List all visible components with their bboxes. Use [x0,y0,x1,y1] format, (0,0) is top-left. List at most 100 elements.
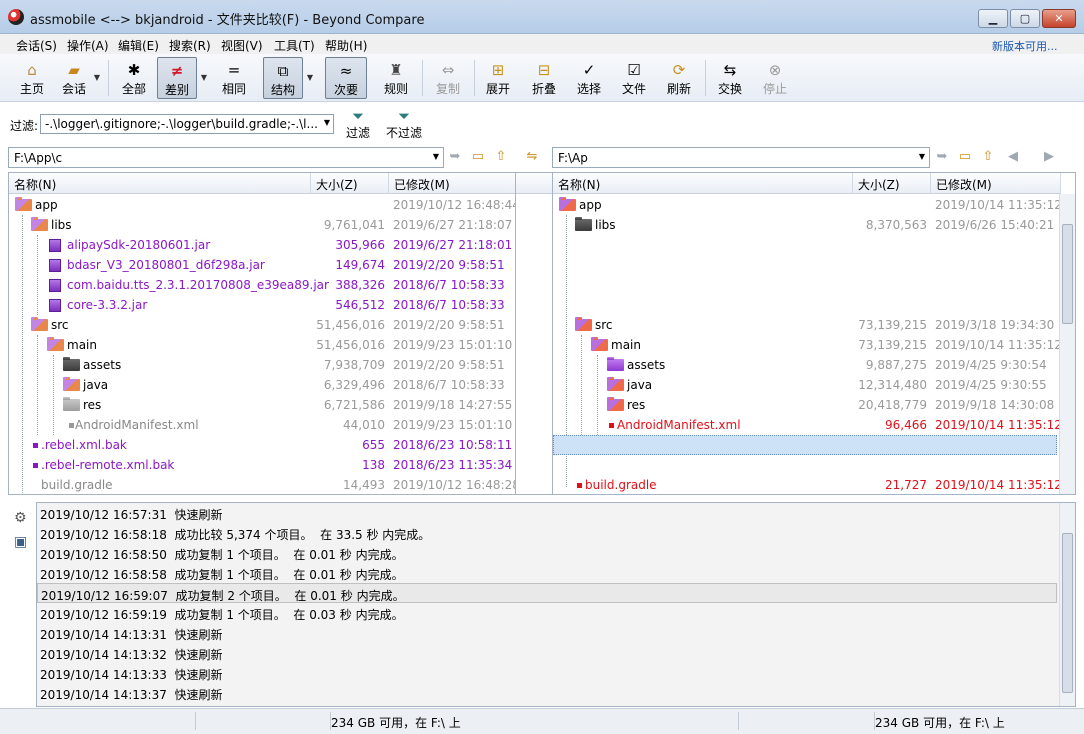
refresh-button[interactable]: ⟳ 刷新 [663,57,695,99]
list-item[interactable]: build.gradle 14,493 2019/10/12 16:48:28 [9,475,515,494]
list-item[interactable]: bdasr_V3_20180801_d6f298a.jar 149,674 20… [9,255,515,275]
list-item[interactable]: src 73,139,215 2019/3/18 19:34:30 [553,315,1059,335]
folder-up-icon[interactable]: ⇧ [979,148,997,166]
list-item[interactable]: com.baidu.tts_2.3.1.20170808_e39ea89.jar… [9,275,515,295]
left-col-modified[interactable]: 已修改(M) [389,173,515,194]
log-scrollbar[interactable] [1059,503,1075,706]
menu-help[interactable]: 帮助(H) [325,37,367,54]
show-all-button[interactable]: ✱ 全部 [118,57,150,99]
swap-button[interactable]: ⇆ 交换 [714,57,746,99]
folder-icon [15,197,32,211]
clear-filter-button[interactable]: ⏷ 不过滤 [384,108,424,141]
right-path-input[interactable]: F:\Ap ▼ [552,147,930,168]
menu-tools[interactable]: 工具(T) [274,37,315,54]
select-button[interactable]: ✓ 选择 [573,57,605,99]
left-pane[interactable]: 名称(N) 大小(Z) 已修改(M) app 2019/10/12 16:48:… [8,172,516,495]
folder-open-icon[interactable]: ▭ [956,148,974,166]
list-item[interactable]: app 2019/10/14 11:35:12 [553,195,1062,215]
list-item[interactable]: java 12,314,480 2019/4/25 9:30:55 [553,375,1059,395]
folder-icon [575,317,592,331]
list-item[interactable]: libs 8,370,563 2019/6/26 15:40:21 [553,215,1059,235]
session-dropdown[interactable]: ▼ [91,57,103,99]
list-item[interactable]: main 73,139,215 2019/10/14 11:35:12 [553,335,1062,355]
right-col-name[interactable]: 名称(N) [553,173,853,194]
list-item[interactable]: app 2019/10/12 16:48:44 [9,195,515,215]
menu-search[interactable]: 搜索(R) [169,37,211,54]
list-item[interactable]: .rebel.xml.bak 655 2018/6/23 10:58:11 [9,435,515,455]
right-col-modified[interactable]: 已修改(M) [931,173,1061,194]
structure-icon: ⧉ [277,62,289,80]
forward-icon[interactable]: ▶ [1040,148,1058,166]
menu-view[interactable]: 视图(V) [221,37,263,54]
maximize-button[interactable]: ▢ [1010,9,1040,28]
selected-empty-row[interactable] [553,435,1057,455]
right-col-size[interactable]: 大小(Z) [853,173,931,194]
collapse-button[interactable]: ⊟ 折叠 [528,57,560,99]
left-col-name[interactable]: 名称(N) [9,173,311,194]
files-button[interactable]: ☑ 文件 [618,57,650,99]
log-row: 2019/10/14 14:13:31 快速刷新 [40,628,223,642]
log-pane[interactable]: 2019/10/12 16:57:31 快速刷新 2019/10/12 16:5… [36,502,1076,707]
left-path-value: F:\App\c [14,151,63,165]
list-item[interactable]: res 20,418,779 2019/9/18 14:30:08 [553,395,1059,415]
chevron-down-icon[interactable]: ▼ [324,118,330,127]
session-button[interactable]: ▰ 会话 [58,57,90,99]
list-item[interactable]: .rebel-remote.xml.bak 138 2018/6/23 11:3… [9,455,515,475]
back-icon[interactable]: ◀ [1004,148,1022,166]
home-button[interactable]: ⌂ 主页 [16,57,48,99]
folder-open-icon[interactable]: ▭ [469,148,487,166]
list-item[interactable]: alipaySdk-20180601.jar 305,966 2019/6/27… [9,235,515,255]
menu-action[interactable]: 操作(A) [67,37,109,54]
structure-button[interactable]: ⧉ 结构 [263,57,303,99]
scroll-thumb[interactable] [1062,224,1073,324]
chevron-down-icon[interactable]: ▼ [919,152,925,161]
menu-edit[interactable]: 编辑(E) [118,37,159,54]
minor-button[interactable]: ≈ 次要 [325,57,367,99]
right-scrollbar[interactable] [1059,194,1075,494]
list-item[interactable]: assets 7,938,709 2019/2/20 9:58:51 [9,355,515,375]
folder-up-icon[interactable]: ⇧ [492,148,510,166]
list-item[interactable]: libs 9,761,041 2019/6/27 21:18:07 [9,215,515,235]
stop-button[interactable]: ⊗ 停止 [759,57,791,99]
show-same-button[interactable]: = 相同 [218,57,250,99]
browse-arrow-icon[interactable]: ➥ [933,148,951,166]
folder-icon [31,217,48,231]
scroll-thumb[interactable] [1062,533,1073,693]
chevron-down-icon[interactable]: ▼ [433,152,439,161]
menu-session[interactable]: 会话(S) [16,37,57,54]
expand-button[interactable]: ⊞ 展开 [482,57,514,99]
right-pane[interactable]: 名称(N) 大小(Z) 已修改(M) app 2019/10/14 11:35:… [552,172,1076,495]
left-col-size[interactable]: 大小(Z) [311,173,389,194]
copy-arrows-icon: ⇔ [441,61,455,79]
structure-dropdown[interactable]: ▼ [304,57,316,99]
file-icon [33,463,38,468]
apply-filter-button[interactable]: ⏷ 过滤 [342,108,374,141]
filter-input[interactable]: -.\logger\.gitignore;-.\logger\build.gra… [40,114,334,134]
copy-button[interactable]: ⇔ 复制 [432,57,464,99]
gear-icon[interactable]: ⚙ [14,510,27,526]
list-item[interactable]: core-3.3.2.jar 546,512 2018/6/7 10:58:33 [9,295,515,315]
list-item[interactable]: assets 9,887,275 2019/4/25 9:30:54 [553,355,1059,375]
new-version-link[interactable]: 新版本可用... [992,38,1058,54]
list-item[interactable]: build.gradle 21,727 2019/10/14 11:35:12 [553,475,1062,494]
list-item[interactable]: main 51,456,016 2019/9/23 15:01:10 [9,335,515,355]
rules-button[interactable]: ♜ 规则 [380,57,412,99]
list-item[interactable]: AndroidManifest.xml 44,010 2019/9/23 15:… [9,415,515,435]
list-item[interactable]: AndroidManifest.xml 96,466 2019/10/14 11… [553,415,1062,435]
status-segment [195,712,330,730]
sync-folders-icon[interactable]: ⇋ [523,148,541,166]
list-item[interactable]: src 51,456,016 2019/2/20 9:58:51 [9,315,515,335]
list-item[interactable]: java 6,329,496 2018/6/7 10:58:33 [9,375,515,395]
jar-file-icon [49,279,61,292]
not-equal-icon: ≠ [170,62,184,80]
log-row: 2019/10/12 16:58:50 成功复制 1 个项目。 在 0.01 秒… [40,548,404,562]
show-diff-button[interactable]: ≠ 差别 [157,57,197,99]
list-item[interactable]: res 6,721,586 2019/9/18 14:27:55 [9,395,515,415]
browse-arrow-icon[interactable]: ➥ [446,148,464,166]
minimize-button[interactable]: ▁ [978,9,1008,28]
folder-icon [607,397,624,411]
close-button[interactable]: ✕ [1042,9,1076,28]
save-icon[interactable]: ▣ [14,534,27,550]
diff-dropdown[interactable]: ▼ [198,57,210,99]
left-path-input[interactable]: F:\App\c ▼ [8,147,444,168]
